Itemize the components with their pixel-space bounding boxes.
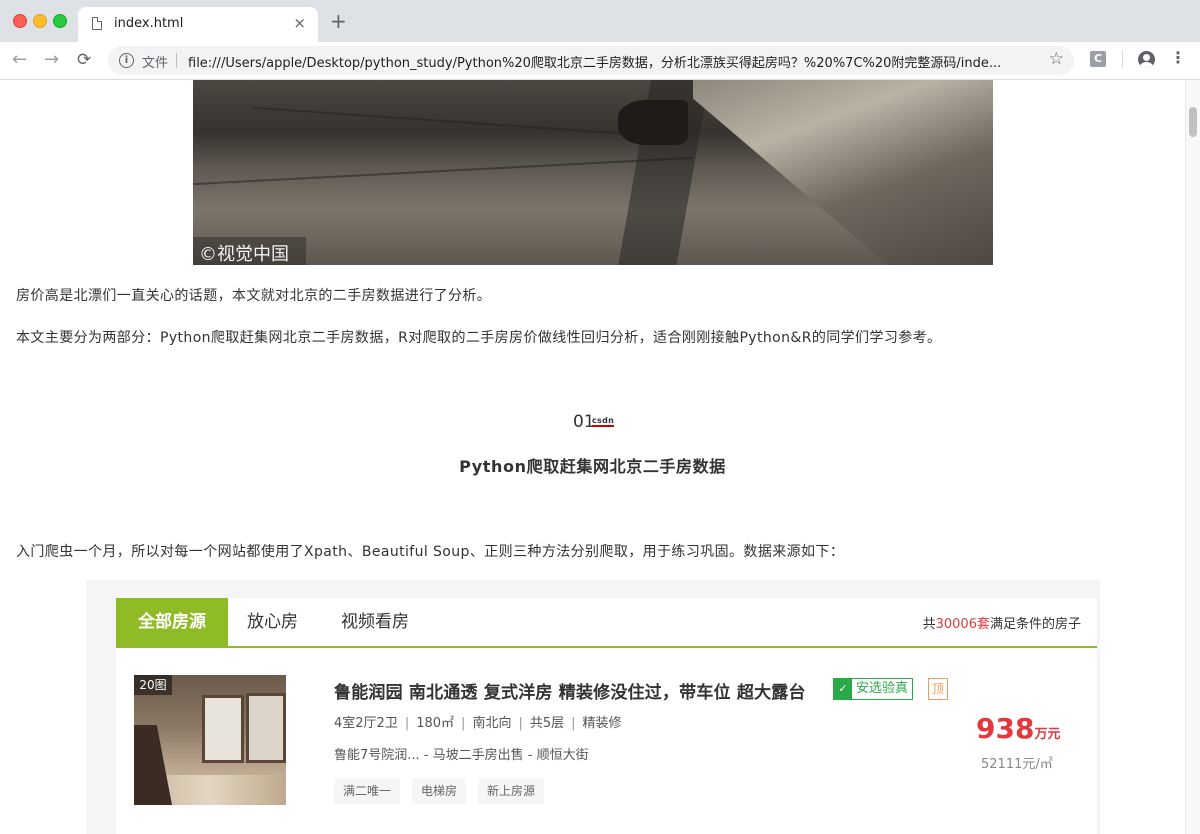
extension-icon[interactable]: C (1090, 51, 1106, 67)
close-window-button[interactable] (13, 14, 27, 28)
house-floors: 共5层 (529, 716, 565, 731)
browser-tab[interactable]: index.html × (78, 7, 318, 42)
listing-title[interactable]: 鲁能润园 南北通透 复式洋房 精装修没住过，带车位 超大露台 (334, 678, 806, 703)
photo-detail (193, 156, 693, 186)
listing-screenshot: 全部房源 放心房 视频看房 共30006套满足条件的房子 20图 鲁能润园 南北… (86, 580, 1100, 834)
file-icon (92, 17, 102, 30)
scrollbar-thumb[interactable] (1189, 107, 1197, 137)
tab-title: index.html (114, 16, 184, 31)
listing-total: 共30006套满足条件的房子 (923, 613, 1081, 632)
total-suffix: 满足条件的房子 (989, 617, 1081, 632)
total-unit: 套 (976, 617, 990, 632)
info-separator: | (571, 716, 576, 731)
intro-paragraph: 房价高是北漂们一直关心的话题，本文就对北京的二手房数据进行了分析。 (16, 288, 492, 304)
tab-bar: index.html × + (0, 0, 1200, 42)
tab-all-listings[interactable]: 全部房源 (116, 598, 228, 646)
photo-detail (246, 693, 286, 763)
profile-icon[interactable] (1138, 51, 1155, 68)
new-tab-button[interactable]: + (330, 11, 347, 31)
address-bar[interactable]: i 文件 file:///Users/apple/Desktop/python_… (108, 46, 1074, 75)
price-value: 938 (976, 712, 1035, 745)
scheme-label: 文件 (142, 56, 169, 71)
photo-count-badge: 20图 (134, 675, 172, 695)
house-address[interactable]: 鲁能7号院润... - 马坡二手房出售 - 顺恒大街 (334, 744, 589, 763)
total-count: 30006 (935, 617, 977, 632)
page-scrollbar[interactable] (1185, 80, 1200, 834)
house-layout: 4室2厅2卫 (334, 716, 398, 731)
listing-panel: 全部房源 放心房 视频看房 共30006套满足条件的房子 20图 鲁能润园 南北… (116, 598, 1097, 834)
maximize-window-button[interactable] (53, 14, 67, 28)
tab-video-listings[interactable]: 视频看房 (341, 598, 409, 646)
photo-detail (202, 695, 244, 763)
tab-trusted-listings[interactable]: 放心房 (247, 598, 298, 646)
info-separator: | (518, 716, 523, 731)
total-price: 938万元 (976, 712, 1060, 745)
crawler-intro-paragraph: 入门爬虫一个月，所以对每一个网站都使用了Xpath、Beautiful Soup… (16, 544, 845, 560)
house-orientation: 南北向 (472, 716, 512, 731)
listing-filter-bar: 全部房源 放心房 视频看房 共30006套满足条件的房子 (116, 598, 1097, 648)
photo-watermark: ©视觉中国 (199, 244, 289, 265)
back-button[interactable]: ← (12, 49, 27, 71)
photo-detail (253, 106, 633, 136)
forward-button[interactable]: → (44, 49, 59, 71)
csdn-logo: csdn (592, 416, 615, 427)
bookmark-star-icon[interactable]: ☆ (1049, 49, 1064, 69)
url-text[interactable]: file:///Users/apple/Desktop/python_study… (188, 52, 1038, 71)
menu-icon[interactable]: ⋮ (1170, 49, 1186, 67)
info-icon[interactable]: i (119, 53, 134, 68)
photo-detail (618, 100, 688, 145)
info-separator: | (461, 716, 466, 731)
minimize-window-button[interactable] (33, 14, 47, 28)
house-info: 4室2厅2卫 | 180㎡ | 南北向 | 共5层 | 精装修 (334, 712, 622, 731)
tag-label: 满二唯一 (334, 778, 401, 804)
info-separator: | (404, 716, 410, 731)
section-title: Python爬取赶集网北京二手房数据 (459, 457, 726, 476)
tab-close-icon[interactable]: × (293, 14, 306, 32)
reload-button[interactable]: ⟳ (77, 49, 91, 71)
tag-label: 电梯房 (412, 778, 467, 804)
summary-paragraph: 本文主要分为两部分：Python爬取赶集网北京二手房数据，R对爬取的二手房房价做… (16, 330, 942, 346)
total-prefix: 共 (922, 617, 936, 632)
photo-detail (134, 725, 172, 805)
browser-toolbar: ← → ⟳ i 文件 file:///Users/apple/Desktop/p… (0, 42, 1200, 80)
price-unit: 万元 (1034, 727, 1061, 742)
house-area: 180㎡ (416, 716, 455, 731)
unit-price: 52111元/㎡ (981, 757, 1053, 772)
shield-check-icon: ✓ (834, 679, 852, 699)
photo-detail (693, 80, 993, 265)
article-photo: ©视觉中国 (193, 80, 993, 265)
toolbar-divider (1122, 50, 1123, 68)
house-decoration: 精装修 (582, 716, 622, 731)
page-content: ©视觉中国 房价高是北漂们一直关心的话题，本文就对北京的二手房数据进行了分析。 … (0, 80, 1185, 834)
tag-label: 新上房源 (478, 778, 545, 804)
verified-label: 安选验真 (856, 681, 909, 696)
verified-badge: ✓ 安选验真 (833, 678, 914, 700)
top-badge: 顶 (928, 678, 948, 700)
omnibox-divider (176, 53, 177, 68)
